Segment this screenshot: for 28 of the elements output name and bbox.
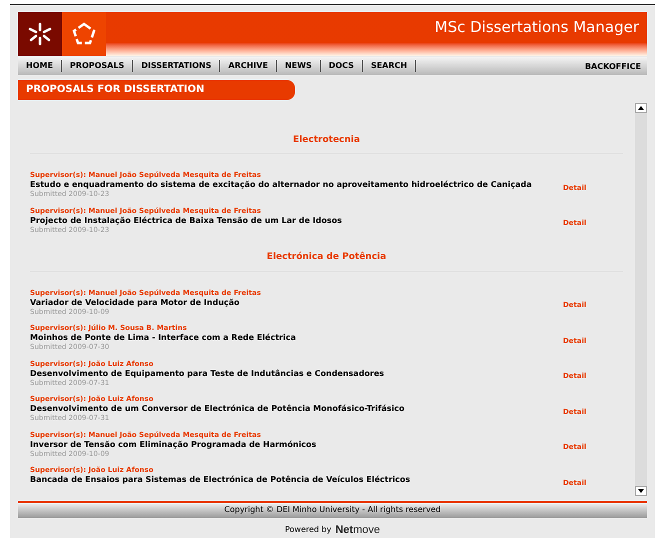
proposal-title: Desenvolvimento de um Conversor de Electrónica de Potência Monofásico-Trifásico	[30, 404, 406, 414]
proposal-title: Variador de Velocidade para Motor de Indução	[30, 298, 241, 308]
proposal-title: Estudo e enquadramento do sistema de excitação do alternador no aproveitamento hidroeléctrico de Caniçada	[30, 180, 533, 190]
nav-link[interactable]: HOME	[18, 60, 62, 72]
nav-link[interactable]: PROPOSALS	[62, 60, 134, 72]
scroll-down-icon[interactable]	[638, 488, 644, 493]
pentagon-logo-icon	[71, 21, 97, 47]
nav-link[interactable]: ARCHIVE	[220, 60, 277, 72]
brand-logo: Netmove	[335, 522, 380, 538]
proposal-title: Moinhos de Ponte de Lima - Interface com a Rede Eléctrica	[30, 333, 297, 344]
scroll-up-icon[interactable]	[638, 106, 644, 110]
nav-link[interactable]: DISSERTATIONS	[133, 60, 220, 72]
scrollbar[interactable]	[635, 102, 647, 496]
backoffice-link[interactable]: BACKOFFICE	[584, 58, 647, 74]
powered-by-text: Powered by	[284, 524, 332, 536]
nav-link[interactable]: DOCS	[320, 60, 363, 72]
nav-link[interactable]: SEARCH	[362, 60, 416, 72]
proposal-title: Bancada de Ensaios para Sistemas de Electrónica de Potência de Veículos Eléctricos	[30, 475, 412, 486]
page-title: PROPOSALS FOR DISSERTATION	[26, 83, 204, 98]
proposal-title: Projecto de Instalação Eléctrica de Baixa Tensão de um Lar de Idosos	[30, 216, 343, 226]
proposal-title: Inversor de Tensão com Eliminação Programada de Harmónicos	[30, 440, 318, 450]
app-title: MSc Dissertations Manager	[434, 17, 639, 38]
copyright-text: Copyright © DEI Minho University - All rights reserved	[224, 504, 441, 516]
university-logo-icon	[27, 21, 53, 47]
section-heading: Electrónica de Potência	[266, 252, 386, 262]
nav-link[interactable]: NEWS	[276, 60, 321, 72]
section-heading: Electrotecnia	[293, 134, 360, 145]
proposal-title: Desenvolvimento de Equipamento para Teste de Indutâncias e Condensadores	[30, 368, 386, 379]
